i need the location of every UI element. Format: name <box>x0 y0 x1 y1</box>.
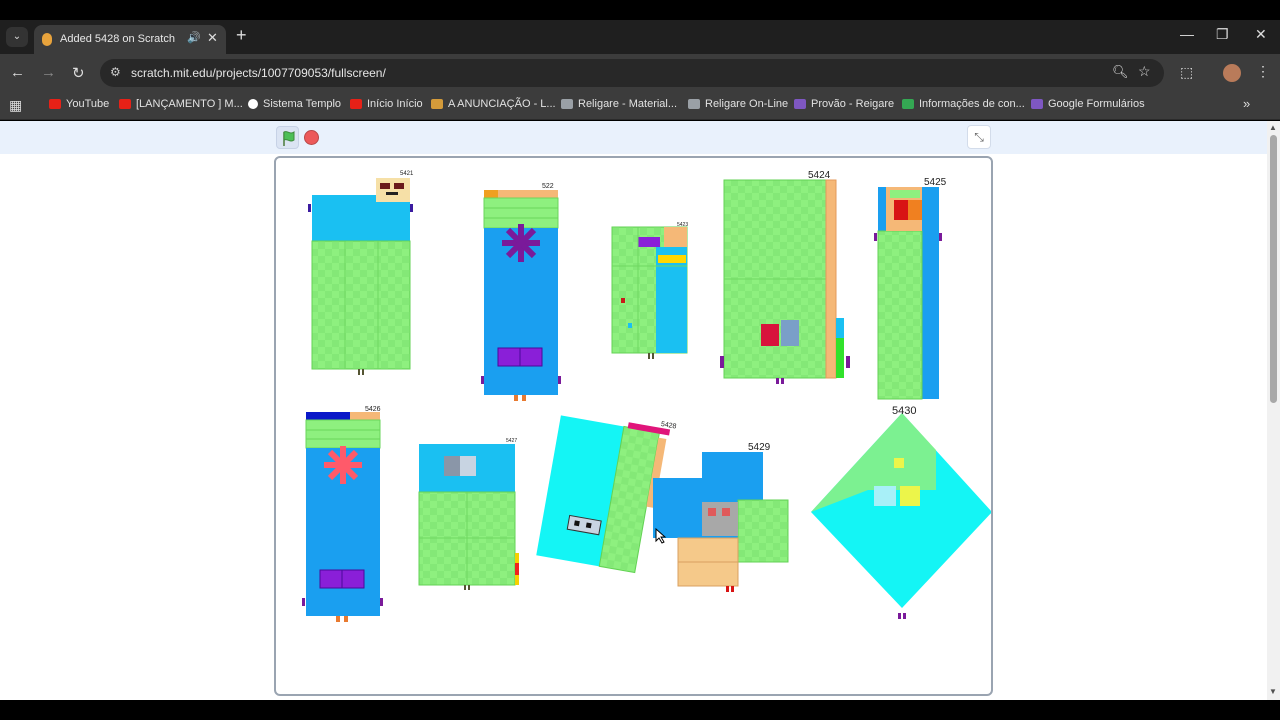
bottom-letterbox <box>0 700 1280 720</box>
more-menu-icon[interactable]: ⋮ <box>1256 63 1270 80</box>
top-letterbox <box>0 0 1280 20</box>
scroll-up-icon[interactable]: ▲ <box>1269 123 1277 132</box>
label-5426: 5426 <box>365 406 381 413</box>
apps-grid-icon[interactable]: ▦ <box>9 97 22 114</box>
site-icon <box>248 99 258 109</box>
forward-icon[interactable]: → <box>41 64 56 81</box>
character-5426: 5426 <box>302 406 383 622</box>
bookmark-inicio[interactable]: Início Início <box>350 98 423 110</box>
forms-icon <box>1031 99 1043 109</box>
exit-fullscreen-button[interactable]: ⤡ <box>967 125 991 149</box>
page-viewport: ⤡ 5421 522 5423 5424 5425 5426 5427 5428… <box>0 121 1267 700</box>
bookmark-sistema-templo[interactable]: Sistema Templo <box>248 98 341 110</box>
bookmark-informacoes[interactable]: Informações de con... <box>902 98 1025 110</box>
bookmark-lancamento[interactable]: [LANÇAMENTO ] M... <box>119 98 243 110</box>
bookmark-star-icon[interactable]: ☆ <box>1138 63 1151 80</box>
address-bar[interactable]: ⚙ scratch.mit.edu/projects/1007709053/fu… <box>100 59 1164 87</box>
label-5429: 5429 <box>748 442 771 453</box>
close-tab-button[interactable]: ✕ <box>207 30 218 46</box>
sheets-icon <box>902 99 914 109</box>
scratch-favicon-icon <box>42 33 52 46</box>
forms-icon <box>794 99 806 109</box>
character-5429: 5429 <box>653 442 789 592</box>
label-522: 522 <box>542 183 554 190</box>
toolbar: ← → ↻ ⚙ scratch.mit.edu/projects/1007709… <box>0 54 1280 92</box>
youtube-icon <box>119 99 131 109</box>
stop-button[interactable] <box>304 130 319 145</box>
bookmark-google-formularios[interactable]: Google Formulários <box>1031 98 1145 110</box>
extensions-icon[interactable]: ⬚ <box>1180 64 1193 81</box>
site-icon <box>431 99 443 109</box>
stage-canvas: 5421 522 5423 5424 5425 5426 5427 5428 5… <box>302 170 991 622</box>
bookmarks-bar: ▦ YouTube [LANÇAMENTO ] M... Sistema Tem… <box>0 92 1280 120</box>
back-icon[interactable]: ← <box>10 64 25 81</box>
scrollbar-thumb[interactable] <box>1270 135 1277 403</box>
scroll-down-icon[interactable]: ▼ <box>1269 687 1277 696</box>
page-scrollbar[interactable]: ▲ ▼ <box>1267 121 1280 700</box>
bookmark-religare-material[interactable]: Religare - Material... <box>561 98 677 110</box>
bookmark-provao[interactable]: Provão - Reigare <box>794 98 894 110</box>
label-5425: 5425 <box>924 177 947 188</box>
site-icon <box>688 99 700 109</box>
site-icon <box>561 99 573 109</box>
label-5424: 5424 <box>808 170 831 181</box>
audio-playing-icon[interactable]: 🔊 <box>187 31 201 44</box>
profile-avatar[interactable] <box>1223 64 1241 82</box>
youtube-icon <box>49 99 61 109</box>
character-5425: 5425 <box>874 177 947 400</box>
tab-search-button[interactable]: ⌄ <box>6 27 28 47</box>
more-bookmarks-icon[interactable]: » <box>1243 96 1250 111</box>
reload-icon[interactable]: ↻ <box>72 64 85 82</box>
zoom-icon[interactable]: 🔍︎ <box>1112 64 1129 80</box>
bookmark-religare-online[interactable]: Religare On-Line <box>688 98 788 110</box>
new-tab-button[interactable]: + <box>236 25 247 46</box>
mouse-cursor-icon <box>655 528 667 544</box>
close-window-icon[interactable]: ✕ <box>1255 26 1267 43</box>
scratch-controls-bar: ⤡ <box>0 121 1267 154</box>
label-5423: 5423 <box>677 222 688 228</box>
green-flag-icon <box>283 131 295 146</box>
active-tab[interactable]: Added 5428 on Scratch 🔊 ✕ <box>34 25 226 54</box>
site-info-icon[interactable]: ⚙ <box>110 65 121 79</box>
green-flag-button[interactable] <box>276 126 299 149</box>
label-5421: 5421 <box>400 171 414 177</box>
url-text[interactable]: scratch.mit.edu/projects/1007709053/full… <box>131 66 386 80</box>
character-5427: 5427 <box>418 438 519 590</box>
bookmark-anunciacao[interactable]: A ANUNCIAÇÃO - L... <box>431 98 556 110</box>
scratch-stage[interactable]: 5421 522 5423 5424 5425 5426 5427 5428 5… <box>274 156 993 696</box>
tab-strip: ⌄ Added 5428 on Scratch 🔊 ✕ + — ❐ ✕ <box>0 20 1280 54</box>
character-5423: 5423 <box>611 222 688 359</box>
character-5422: 522 <box>481 183 561 401</box>
bookmark-youtube[interactable]: YouTube <box>49 98 109 110</box>
label-5430: 5430 <box>892 405 916 417</box>
character-5424: 5424 <box>720 170 850 384</box>
label-5427: 5427 <box>506 438 517 444</box>
minimize-icon[interactable]: — <box>1180 26 1194 42</box>
character-5421: 5421 <box>308 171 414 375</box>
character-5430: 5430 <box>811 405 991 619</box>
tab-title: Added 5428 on Scratch <box>60 33 175 45</box>
youtube-icon <box>350 99 362 109</box>
restore-icon[interactable]: ❐ <box>1216 26 1229 43</box>
